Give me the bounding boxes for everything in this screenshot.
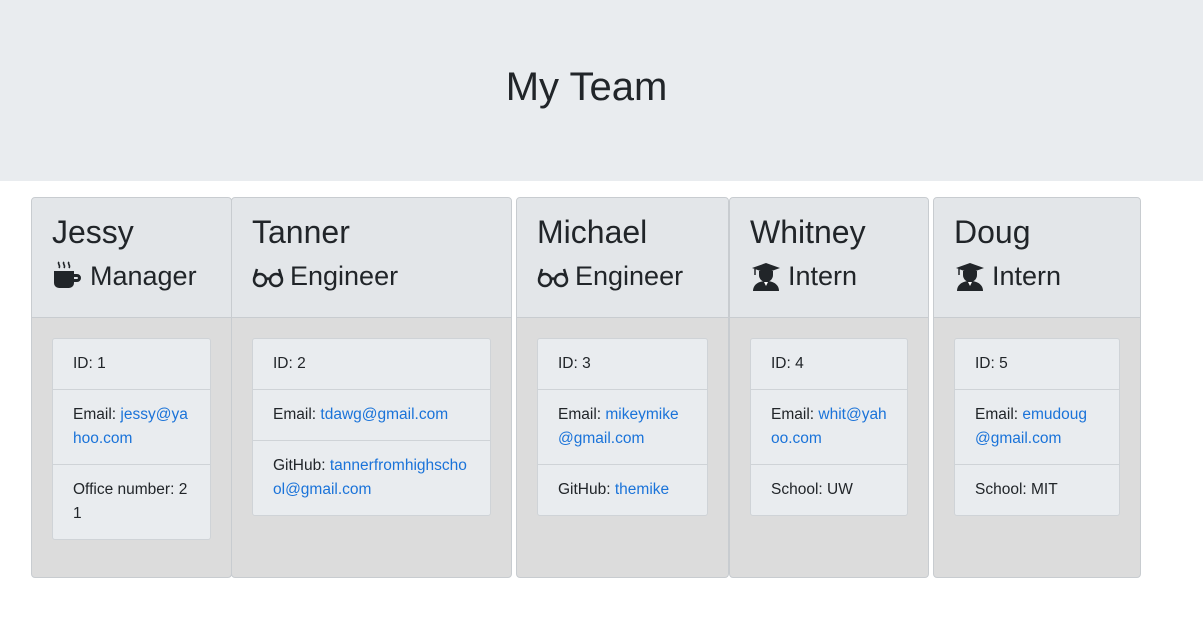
graduate-icon [750, 261, 782, 291]
employee-role: Manager [52, 259, 211, 293]
employee-email: Email: tdawg@gmail.com [253, 389, 490, 440]
email-link[interactable]: tdawg@gmail.com [320, 406, 448, 423]
employee-role: Intern [750, 259, 908, 293]
employee-id: ID: 1 [73, 355, 106, 372]
employee-info-list: ID: 5 Email: emudoug@gmail.com School: M… [954, 338, 1120, 516]
employee-email: Email: emudoug@gmail.com [955, 389, 1119, 464]
employee-name: Michael [537, 214, 648, 250]
employee-id: ID: 5 [975, 355, 1008, 372]
employee-id: ID: 3 [558, 355, 591, 372]
employee-school: School: UW [751, 464, 907, 515]
employee-card: Tanner Engineer ID: 2 Email: tdawg@gmail… [231, 197, 512, 578]
employee-role: Engineer [252, 259, 491, 293]
card-header: Doug Intern [934, 198, 1140, 318]
employee-info-list: ID: 3 Email: mikeymike@gmail.com GitHub:… [537, 338, 708, 516]
graduate-icon [954, 261, 986, 291]
card-header: Tanner Engineer [232, 198, 511, 318]
employee-card: Michael Engineer ID: 3 Email: mikeymike@… [516, 197, 729, 578]
card-header: Whitney Intern [730, 198, 928, 318]
employee-github: GitHub: tannerfromhighschool@gmail.com [253, 440, 490, 515]
employee-card: Whitney Intern ID: 4 Email: whit@yahoo.c… [729, 197, 929, 578]
card-header: Michael Engineer [517, 198, 728, 318]
employee-info-list: ID: 2 Email: tdawg@gmail.com GitHub: tan… [252, 338, 491, 516]
employee-email: Email: jessy@yahoo.com [53, 389, 210, 464]
employee-email: Email: whit@yahoo.com [751, 389, 907, 464]
employee-role: Intern [954, 259, 1120, 293]
employee-email: Email: mikeymike@gmail.com [538, 389, 707, 464]
employee-github: GitHub: themike [538, 464, 707, 515]
github-link[interactable]: themike [615, 481, 669, 498]
card-header: Jessy Manager [32, 198, 231, 318]
employee-card: Doug Intern ID: 5 Email: emudoug@gmail.c… [933, 197, 1141, 578]
employee-name: Whitney [750, 214, 866, 250]
glasses-icon [252, 261, 284, 291]
employee-office-number: Office number: 21 [53, 464, 210, 539]
employee-role: Engineer [537, 259, 708, 293]
glasses-icon [537, 261, 569, 291]
page-title: My Team [505, 65, 668, 109]
employee-info-list: ID: 1 Email: jessy@yahoo.com Office numb… [52, 338, 211, 540]
mug-icon [52, 261, 84, 291]
employee-name: Doug [954, 214, 1031, 250]
employee-id: ID: 2 [273, 355, 306, 372]
employee-name: Jessy [52, 214, 134, 250]
employee-card: Jessy Manager ID: 1 Email: jessy@yahoo.c… [31, 197, 232, 578]
employee-school: School: MIT [955, 464, 1119, 515]
header-banner: My Team [0, 0, 1203, 181]
employee-info-list: ID: 4 Email: whit@yahoo.com School: UW [750, 338, 908, 516]
employee-name: Tanner [252, 214, 350, 250]
employee-id: ID: 4 [771, 355, 804, 372]
